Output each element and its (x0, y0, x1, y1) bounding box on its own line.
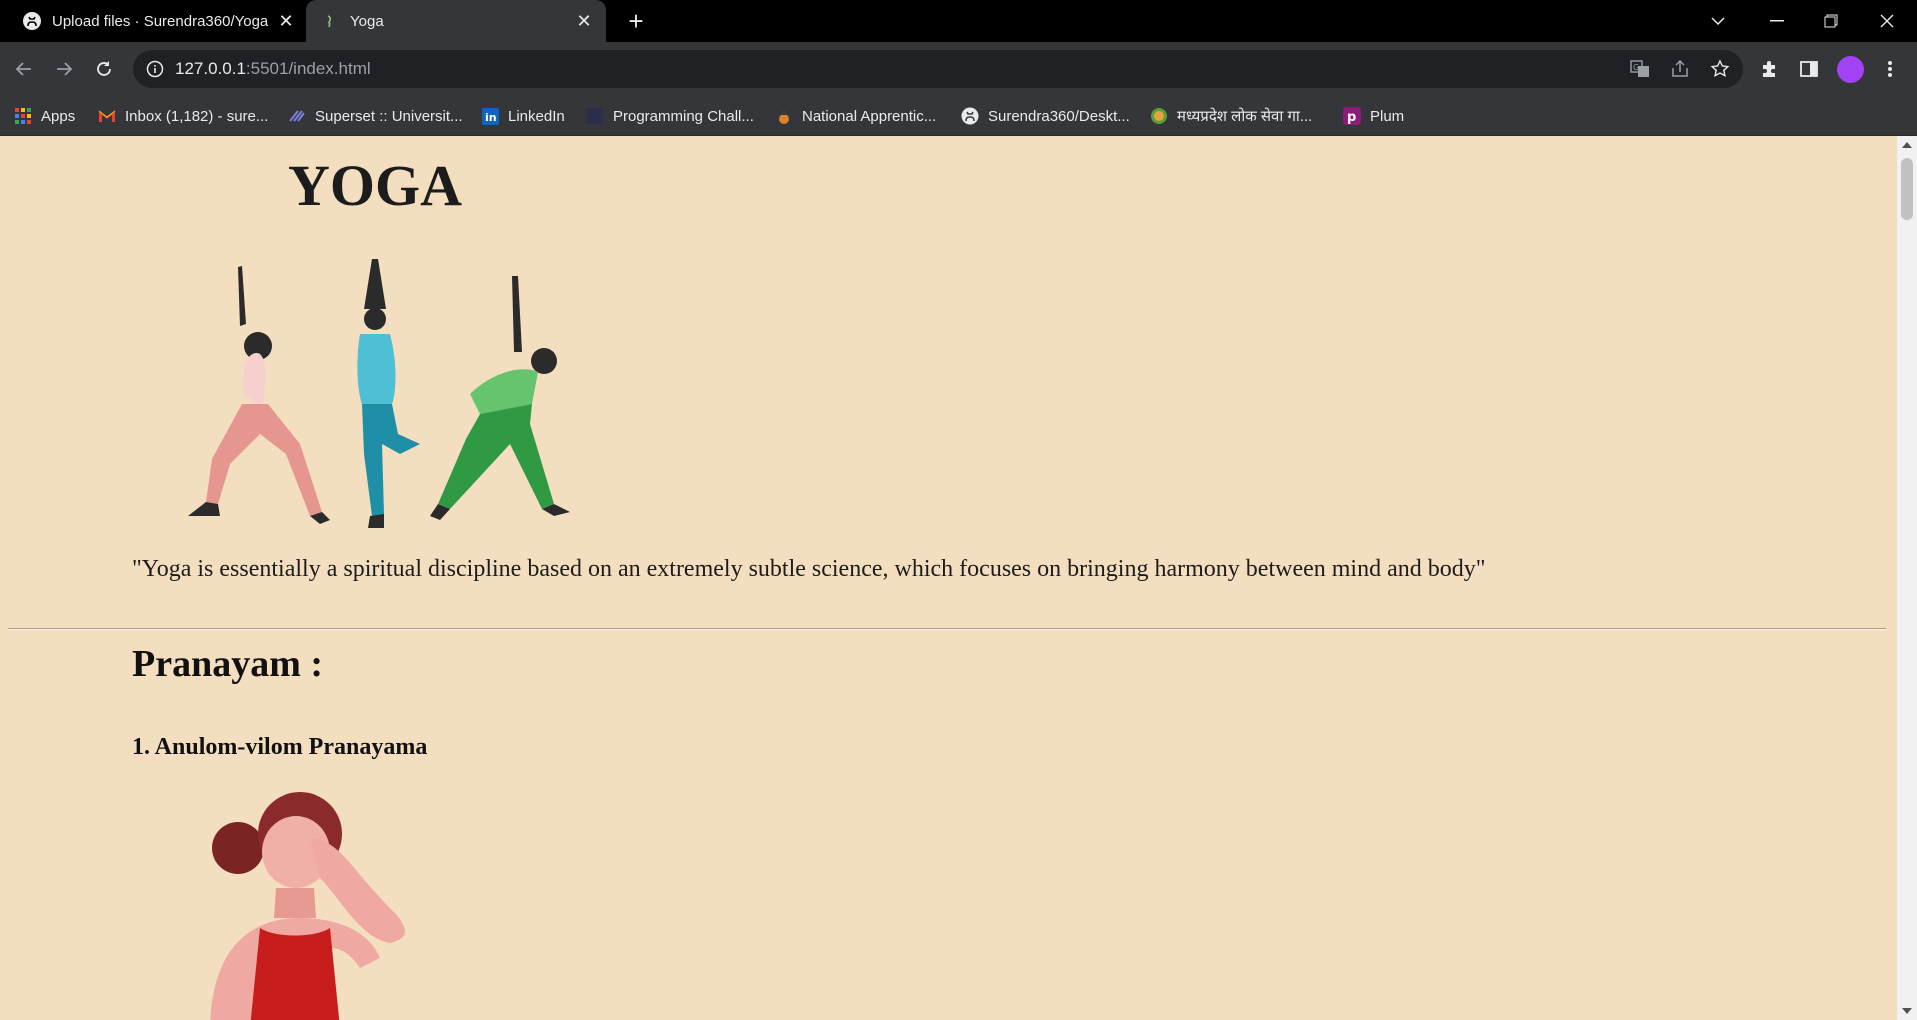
svg-text:G: G (1633, 63, 1639, 72)
bookmark-national-apprenticeship[interactable]: National Apprentic... (775, 96, 936, 136)
yoga-poses-image (188, 259, 570, 528)
tab-yoga[interactable]: Yoga ✕ (306, 0, 606, 42)
superset-icon (288, 107, 306, 125)
page-icon (586, 107, 604, 125)
bookmark-inbox[interactable]: Inbox (1,182) - sure... (98, 96, 268, 136)
close-tab-icon[interactable]: ✕ (272, 7, 300, 35)
anulom-vilom-image (210, 792, 405, 1020)
browser-toolbar: 127.0.0.1:5501/index.html G (0, 42, 1917, 96)
yoga-quote: "Yoga is essentially a spiritual discipl… (132, 556, 1486, 582)
pink-warrior-figure (188, 266, 330, 524)
bookmark-programming[interactable]: Programming Chall... (586, 96, 754, 136)
address-bar[interactable]: 127.0.0.1:5501/index.html G (133, 50, 1743, 88)
tab-upload-files[interactable]: Upload files · Surendra360/Yoga ✕ (8, 0, 308, 42)
bookmark-mp-psc[interactable]: मध्यप्रदेश लोक सेवा गा... (1150, 96, 1312, 136)
page-viewport: YOGA "Yoga is essentially a spiritual di… (0, 136, 1897, 1020)
restore-icon[interactable] (1806, 0, 1856, 42)
bookmark-star-icon[interactable] (1710, 59, 1730, 79)
bookmark-label: Inbox (1,182) - sure... (125, 107, 269, 125)
tab-search-chevron-down-icon[interactable] (1700, 0, 1736, 42)
plum-icon: p (1343, 107, 1361, 125)
url-text: 127.0.0.1:5501/index.html (175, 50, 371, 88)
bookmark-plum[interactable]: p Plum (1343, 96, 1404, 136)
profile-avatar[interactable] (1837, 56, 1864, 83)
vertical-scrollbar[interactable] (1897, 136, 1917, 1020)
translate-icon[interactable]: G (1630, 59, 1650, 79)
minimize-icon[interactable] (1752, 0, 1802, 42)
apps-grid-icon (14, 107, 32, 125)
tab-title: Yoga (350, 12, 384, 30)
page-title: YOGA (288, 153, 462, 218)
new-tab-button[interactable]: + (620, 5, 652, 37)
horizontal-divider (8, 628, 1886, 630)
scroll-up-arrow-icon[interactable] (1902, 142, 1912, 148)
green-triangle-figure (430, 276, 570, 520)
bookmark-label: Surendra360/Deskt... (988, 107, 1130, 125)
extensions-puzzle-icon[interactable] (1757, 57, 1781, 81)
close-window-icon[interactable] (1862, 0, 1912, 42)
bookmark-label: LinkedIn (508, 107, 565, 125)
yoga-favicon-icon (320, 11, 340, 31)
forward-arrow-icon[interactable] (48, 53, 80, 85)
share-icon[interactable] (1670, 59, 1690, 79)
svg-text:p: p (1347, 110, 1356, 125)
bookmark-label: Apps (41, 107, 76, 125)
site-info-icon[interactable] (145, 59, 165, 79)
close-tab-icon[interactable]: ✕ (570, 7, 598, 35)
svg-text:in: in (485, 111, 497, 124)
bookmark-label: Plum (1370, 107, 1405, 125)
side-panel-icon[interactable] (1797, 57, 1821, 81)
pose-title-anulom-vilom: 1. Anulom-vilom Pranayama (132, 734, 428, 760)
emblem-icon (775, 107, 793, 125)
bookmark-apps[interactable]: Apps (14, 96, 75, 136)
gmail-icon (98, 107, 116, 125)
bookmark-superset[interactable]: Superset :: Universit... (288, 96, 463, 136)
bookmark-label: Superset :: Universit... (315, 107, 463, 125)
url-path: :5501/index.html (245, 59, 371, 78)
blue-tree-figure (357, 259, 420, 528)
bookmark-github-surendra[interactable]: Surendra360/Deskt... (961, 96, 1130, 136)
github-icon (961, 107, 979, 125)
back-arrow-icon[interactable] (8, 53, 40, 85)
menu-kebab-icon[interactable] (1878, 57, 1902, 81)
scrollbar-thumb[interactable] (1901, 158, 1913, 220)
reload-icon[interactable] (88, 53, 120, 85)
url-host: 127.0.0.1 (175, 59, 246, 78)
scroll-down-arrow-icon[interactable] (1902, 1008, 1912, 1014)
bookmark-label: मध्यप्रदेश लोक सेवा गा... (1177, 108, 1313, 125)
linkedin-icon: in (481, 107, 499, 125)
tab-strip: Upload files · Surendra360/Yoga ✕ Yoga ✕… (0, 0, 1917, 42)
bookmark-label: National Apprentic... (802, 107, 937, 125)
bookmarks-bar: Apps Inbox (1,182) - sure... Superset ::… (0, 96, 1917, 136)
tab-title: Upload files · Surendra360/Yoga (52, 12, 269, 30)
section-title-pranayam: Pranayam : (132, 643, 324, 685)
mp-seal-icon (1150, 107, 1168, 125)
bookmark-label: Programming Chall... (613, 107, 754, 125)
bookmark-linkedin[interactable]: in LinkedIn (481, 96, 565, 136)
github-icon (22, 11, 42, 31)
